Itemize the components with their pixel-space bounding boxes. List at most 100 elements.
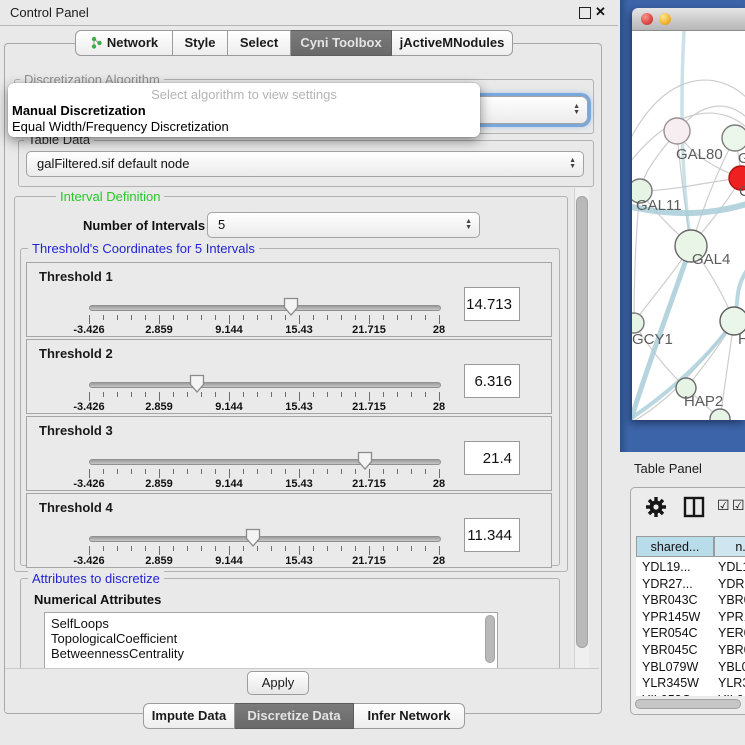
slider-scale-label: 28 bbox=[433, 401, 445, 413]
table-row-cell[interactable]: YDL19... bbox=[642, 560, 691, 574]
network-node[interactable] bbox=[722, 125, 745, 151]
table-row-cell[interactable]: YBR0 bbox=[718, 593, 745, 607]
table-row-cell[interactable]: YBR043C bbox=[642, 593, 698, 607]
threshold-value-field[interactable]: 11.344 bbox=[464, 518, 520, 552]
table-row-cell[interactable]: YBR045C bbox=[642, 643, 698, 657]
float-window-icon[interactable] bbox=[579, 7, 591, 19]
slider-track[interactable] bbox=[89, 459, 441, 465]
slider-tick bbox=[257, 392, 258, 397]
network-node[interactable] bbox=[710, 409, 730, 420]
slider-track[interactable] bbox=[89, 536, 441, 542]
zoom-traffic-light-icon[interactable] bbox=[677, 13, 689, 25]
column-header-1[interactable]: shared... bbox=[636, 536, 714, 557]
slider-thumb[interactable] bbox=[283, 297, 299, 317]
slider-track[interactable] bbox=[89, 382, 441, 388]
network-node-label: GAL80 bbox=[676, 146, 723, 163]
table-row-cell[interactable]: YPR145W bbox=[642, 610, 700, 624]
menu-item-equal-width-frequency[interactable]: Equal Width/Frequency Discretization bbox=[12, 119, 229, 134]
slider-tick bbox=[89, 315, 90, 324]
slider-tick bbox=[117, 546, 118, 551]
combo-arrows-icon: ▲▼ bbox=[573, 97, 580, 123]
tab-impute-data[interactable]: Impute Data bbox=[143, 703, 235, 729]
threshold-value-field[interactable]: 14.713 bbox=[464, 287, 520, 321]
menu-item-manual-discretization[interactable]: Manual Discretization bbox=[12, 103, 146, 118]
threshold-value-field[interactable]: 21.4 bbox=[464, 441, 520, 475]
table-row-cell[interactable]: YDR2 bbox=[718, 577, 745, 591]
slider-thumb[interactable] bbox=[245, 528, 261, 548]
apply-button[interactable]: Apply bbox=[247, 671, 309, 695]
tab-jactivemnodules[interactable]: jActiveMNodules bbox=[392, 30, 513, 56]
table-row-cell[interactable]: YER054C bbox=[642, 626, 698, 640]
slider-scale-label: 9.144 bbox=[215, 478, 243, 490]
column-header-2[interactable]: n... bbox=[714, 536, 745, 557]
list-item[interactable]: TopologicalCoefficient bbox=[51, 631, 177, 646]
table-data-select[interactable]: galFiltered.sif default node ▲▼ bbox=[26, 151, 584, 177]
table-row-cell[interactable]: YLR345W bbox=[642, 676, 699, 690]
tab-infer-network[interactable]: Infer Network bbox=[354, 703, 465, 729]
tab-discretize-data[interactable]: Discretize Data bbox=[235, 703, 354, 729]
slider-tick bbox=[397, 392, 398, 397]
slider-scale-label: -3.426 bbox=[73, 555, 104, 567]
slider-tick bbox=[411, 315, 412, 320]
tab-style[interactable]: Style bbox=[173, 30, 228, 56]
slider-tick bbox=[383, 469, 384, 474]
close-traffic-light-icon[interactable] bbox=[641, 13, 653, 25]
threshold-label: Threshold 2 bbox=[39, 346, 113, 361]
slider-scale-label: 28 bbox=[433, 478, 445, 490]
split-columns-icon[interactable] bbox=[683, 496, 705, 518]
slider-tick bbox=[145, 315, 146, 320]
list-item[interactable]: SelfLoops bbox=[51, 616, 109, 631]
slider-tick bbox=[145, 546, 146, 551]
minimize-traffic-light-icon[interactable] bbox=[659, 13, 671, 25]
network-window-titlebar[interactable] bbox=[632, 8, 745, 31]
slider-tick bbox=[383, 546, 384, 551]
slider-scale-label: 15.43 bbox=[285, 324, 313, 336]
slider-thumb[interactable] bbox=[189, 374, 205, 394]
threshold-label: Threshold 1 bbox=[39, 269, 113, 284]
slider-tick bbox=[187, 392, 188, 397]
tab-network[interactable]: Network bbox=[75, 30, 173, 56]
vertical-scrollbar-thumb[interactable] bbox=[576, 196, 588, 648]
slider-tick bbox=[299, 546, 300, 555]
table-row-cell[interactable]: YPR1 bbox=[718, 610, 745, 624]
slider-tick bbox=[229, 392, 230, 401]
table-row-cell[interactable]: YBR0 bbox=[718, 643, 745, 657]
network-canvas[interactable]: GAL80G.C.GAL11GAL4GCY1HHAP2 bbox=[632, 31, 745, 420]
slider-tick bbox=[411, 546, 412, 551]
slider-tick bbox=[243, 392, 244, 397]
slider-tick bbox=[117, 315, 118, 320]
slider-tick bbox=[201, 315, 202, 320]
network-node[interactable] bbox=[632, 313, 644, 333]
table-row-cell[interactable]: YIL0 bbox=[718, 693, 744, 696]
table-row-cell[interactable]: YBL079W bbox=[642, 660, 698, 674]
close-icon[interactable]: ✕ bbox=[595, 4, 606, 20]
tab-select[interactable]: Select bbox=[228, 30, 291, 56]
slider-scale-label: 15.43 bbox=[285, 555, 313, 567]
slider-tick bbox=[313, 469, 314, 474]
network-node[interactable] bbox=[664, 118, 690, 144]
table-row-cell[interactable]: YDL1 bbox=[718, 560, 745, 574]
control-panel-titlebar: Control Panel ✕ bbox=[0, 0, 618, 26]
slider-tick bbox=[117, 392, 118, 397]
table-row-cell[interactable]: YLR3 bbox=[718, 676, 745, 690]
attributes-list-scrollbar[interactable] bbox=[485, 615, 495, 663]
table-row-cell[interactable]: YIL052C bbox=[642, 693, 691, 696]
slider-thumb[interactable] bbox=[357, 451, 373, 471]
table-row-cell[interactable]: YER0 bbox=[718, 626, 745, 640]
number-of-intervals-select[interactable]: 5 ▲▼ bbox=[207, 212, 480, 238]
checkbox-icon[interactable]: ☑ bbox=[732, 498, 745, 514]
checkbox-icon[interactable]: ☑ bbox=[717, 498, 730, 514]
tab-cyni-toolbox[interactable]: Cyni Toolbox bbox=[291, 30, 392, 56]
slider-tick bbox=[439, 392, 440, 401]
table-row-cell[interactable]: YDR27... bbox=[642, 577, 693, 591]
settings-gear-icon[interactable] bbox=[645, 496, 667, 518]
list-item[interactable]: BetweennessCentrality bbox=[51, 646, 184, 661]
slider-track[interactable] bbox=[89, 305, 441, 311]
table-horizontal-scrollbar[interactable] bbox=[635, 699, 741, 709]
slider-tick bbox=[89, 469, 90, 478]
threshold-value-field[interactable]: 6.316 bbox=[464, 364, 520, 398]
slider-tick bbox=[271, 546, 272, 551]
network-node-label: HAP2 bbox=[684, 393, 723, 410]
table-row-cell[interactable]: YBL0 bbox=[718, 660, 745, 674]
slider-tick bbox=[257, 315, 258, 320]
